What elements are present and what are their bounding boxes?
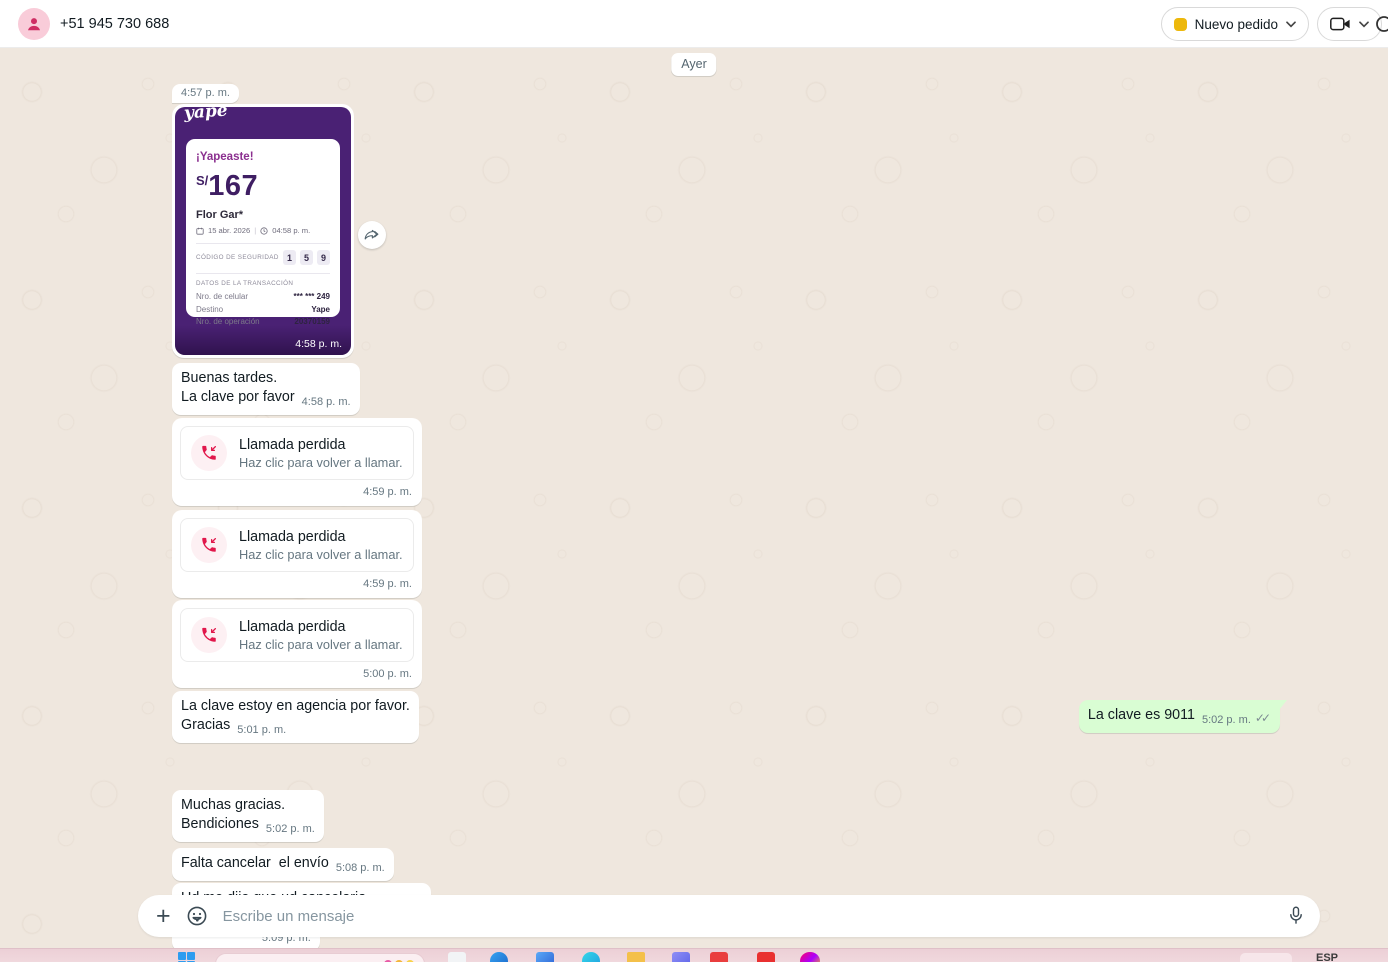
message-text: Falta cancelar el envío <box>181 855 329 871</box>
message-timestamp: 4:58 p. m. <box>295 338 342 350</box>
message-text: Buenas tardes. La clave por favor <box>181 370 295 405</box>
message-timestamp: 5:02 p. m. <box>1202 711 1251 730</box>
incoming-message: Falta cancelar el envío 5:08 p. m. <box>172 848 394 881</box>
taskbar-app-icon[interactable] <box>757 952 775 962</box>
start-button-icon[interactable] <box>178 952 195 962</box>
taskbar-app-icon[interactable] <box>800 952 820 962</box>
missed-call-title: Llamada perdida <box>239 437 403 453</box>
call-back-button[interactable]: Llamada perdida Haz clic para volver a l… <box>180 518 414 572</box>
video-call-button[interactable] <box>1317 7 1382 41</box>
missed-call-subtitle: Haz clic para volver a llamar. <box>239 455 403 470</box>
message-timestamp: 4:59 p. m. <box>180 486 414 498</box>
missed-call-icon <box>191 435 227 471</box>
attach-plus-button[interactable]: + <box>156 904 171 929</box>
message-timestamp: 5:01 p. m. <box>237 721 286 740</box>
taskbar-tray-button[interactable] <box>1240 953 1292 962</box>
sticker-emoji-button[interactable] <box>185 904 209 928</box>
date-divider: Ayer <box>671 53 716 76</box>
message-time-chip: 4:57 p. m. <box>172 84 239 103</box>
missed-call-title: Llamada perdida <box>239 619 403 635</box>
message-scroll-area[interactable]: Ayer 4:57 p. m. yape ¡Yapeaste! S/167 Fl… <box>0 48 1388 948</box>
forward-message-button[interactable] <box>358 221 386 249</box>
missed-call-subtitle: Haz clic para volver a llamar. <box>239 637 403 652</box>
receipt-payee: Flor Gar* <box>196 209 330 221</box>
order-label-icon <box>1174 18 1187 31</box>
taskbar-app-icon[interactable] <box>448 952 466 962</box>
taskbar-app-icon[interactable] <box>672 952 690 962</box>
receipt-title: ¡Yapeaste! <box>196 151 330 163</box>
call-back-button[interactable]: Llamada perdida Haz clic para volver a l… <box>180 426 414 480</box>
security-code-row: CÓDIGO DE SEGURIDAD 1 5 9 <box>196 250 330 265</box>
security-digit: 9 <box>317 250 330 265</box>
receipt-datetime: 15 abr. 2026 | 04:58 p. m. <box>196 226 330 235</box>
contact-avatar[interactable] <box>18 8 50 40</box>
incoming-message: Buenas tardes. La clave por favor 4:58 p.… <box>172 363 360 415</box>
incoming-message: La clave estoy en agencia por favor. Gra… <box>172 691 419 743</box>
video-camera-icon <box>1330 16 1351 32</box>
missed-call-message: Llamada perdida Haz clic para volver a l… <box>172 600 422 688</box>
clock-icon <box>260 227 268 235</box>
message-text: La clave estoy en agencia por favor. Gra… <box>181 698 410 733</box>
windows-taskbar[interactable]: ESP <box>0 948 1388 962</box>
incoming-message: Muchas gracias. Bendiciones5:02 p. m. <box>172 790 324 842</box>
missed-call-message: Llamada perdida Haz clic para volver a l… <box>172 510 422 598</box>
outgoing-message: La clave es 9011 5:02 p. m.✓✓ <box>1079 700 1280 733</box>
message-text: La clave es 9011 <box>1088 707 1195 723</box>
message-timestamp: 5:00 p. m. <box>180 668 414 680</box>
microphone-button[interactable] <box>1286 905 1306 927</box>
yape-logo: yape <box>183 107 228 123</box>
call-back-button[interactable]: Llamada perdida Haz clic para volver a l… <box>180 608 414 662</box>
message-input[interactable] <box>223 908 1272 925</box>
taskbar-app-icon[interactable] <box>627 952 645 962</box>
security-digit: 1 <box>283 250 296 265</box>
receipt-image-message: yape ¡Yapeaste! S/167 Flor Gar* 15 abr. … <box>172 104 354 358</box>
taskbar-app-icon[interactable] <box>582 952 600 962</box>
new-order-label: Nuevo pedido <box>1195 17 1278 32</box>
message-timestamp: 5:02 p. m. <box>266 820 315 839</box>
taskbar-app-icon[interactable] <box>536 952 554 962</box>
security-digit: 5 <box>300 250 313 265</box>
missed-call-message: Llamada perdida Haz clic para volver a l… <box>172 418 422 506</box>
contact-name[interactable]: +51 945 730 688 <box>60 0 169 48</box>
delivered-ticks-icon: ✓✓ <box>1255 709 1271 728</box>
message-timestamp: 4:59 p. m. <box>180 578 414 590</box>
message-timestamp: 4:58 p. m. <box>302 393 351 412</box>
chat-header: +51 945 730 688 Nuevo pedido <box>0 0 1388 48</box>
missed-call-title: Llamada perdida <box>239 529 403 545</box>
taskbar-app-icon[interactable] <box>710 952 728 962</box>
receipt-amount: S/167 <box>196 170 330 203</box>
person-icon <box>24 14 44 34</box>
taskbar-search-box[interactable] <box>215 953 425 962</box>
new-order-button[interactable]: Nuevo pedido <box>1161 7 1309 41</box>
missed-call-icon <box>191 617 227 653</box>
chevron-down-icon <box>1359 21 1369 28</box>
search-icon[interactable] <box>1374 14 1388 36</box>
language-indicator[interactable]: ESP <box>1316 952 1338 962</box>
message-timestamp: 5:08 p. m. <box>336 859 385 878</box>
transaction-row: DestinoYape <box>196 305 330 314</box>
taskbar-app-icon[interactable] <box>490 952 508 962</box>
message-composer: + <box>138 895 1320 937</box>
chevron-down-icon <box>1286 21 1296 28</box>
missed-call-subtitle: Haz clic para volver a llamar. <box>239 547 403 562</box>
yape-receipt-image[interactable]: yape ¡Yapeaste! S/167 Flor Gar* 15 abr. … <box>175 107 351 355</box>
receipt-card: ¡Yapeaste! S/167 Flor Gar* 15 abr. 2026 … <box>186 139 340 317</box>
missed-call-icon <box>191 527 227 563</box>
transaction-data-label: DATOS DE LA TRANSACCIÓN <box>196 280 330 287</box>
calendar-icon <box>196 227 204 235</box>
transaction-row: Nro. de celular*** *** 249 <box>196 292 330 301</box>
